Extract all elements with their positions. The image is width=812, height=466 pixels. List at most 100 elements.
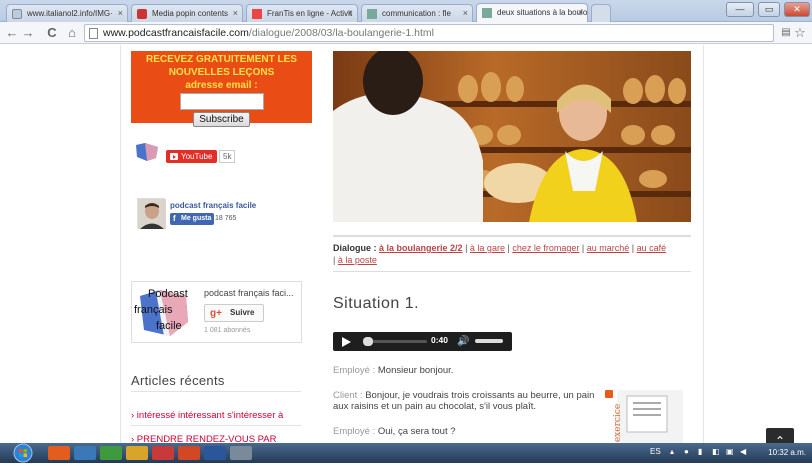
browser-tab[interactable]: FranTis en ligne - Activit × — [246, 4, 358, 22]
dialogue-link[interactable]: à la poste — [338, 255, 377, 265]
word-icon[interactable] — [204, 446, 226, 460]
speaker: Client : — [333, 390, 363, 401]
logo-word-3: facile — [156, 320, 182, 332]
player-time: 0:40 — [431, 335, 449, 345]
gplus-widget: Podcast français facile podcast français… — [131, 281, 302, 343]
gplus-follow-button[interactable]: g+ Suivre — [204, 304, 264, 322]
close-icon[interactable]: × — [233, 5, 238, 22]
app-icon[interactable] — [100, 446, 122, 460]
dialogue-link[interactable]: chez le fromager — [512, 243, 579, 253]
language-indicator[interactable]: ES — [650, 447, 661, 456]
web-page: RECEVEZ GRATUITEMENT LES NOUVELLES LEÇON… — [0, 45, 812, 443]
line-text: Bonjour, je voudrais trois croissants au… — [333, 390, 595, 412]
gplus-icon: g+ — [210, 308, 222, 319]
dialogue-line: Employé : Oui, ça sera tout ? — [333, 426, 603, 437]
recent-articles-heading: Articles récents — [131, 373, 225, 388]
tab-label: deux situations à la boulo — [497, 8, 588, 17]
close-icon[interactable]: × — [118, 5, 123, 22]
browser-toolbar: ← → C ⌂ www.podcastfrancaisfacile.com/di… — [0, 22, 812, 44]
tray-arrow-icon[interactable]: ▴ — [670, 447, 674, 456]
close-icon[interactable]: × — [578, 4, 583, 21]
play-icon[interactable] — [342, 337, 351, 347]
reload-icon[interactable]: C — [44, 25, 60, 41]
tray-icon[interactable]: ▣ — [726, 447, 734, 456]
dialogue-link[interactable]: au marché — [587, 243, 630, 253]
clock: 10:32 a.m. — [768, 448, 806, 457]
powerpoint-icon[interactable] — [178, 446, 200, 460]
speaker: Employé : — [333, 426, 376, 437]
speaker: Employé : — [333, 365, 376, 376]
exercise-widget[interactable]: exercice — [603, 390, 693, 443]
folder-icon[interactable] — [126, 446, 148, 460]
site-icon — [367, 9, 377, 19]
minimize-button[interactable]: — — [726, 2, 754, 17]
tab-label: FranTis en ligne - Activit — [267, 9, 353, 18]
audio-player: 0:40 🔊 — [333, 332, 512, 351]
newsletter-title-2: NOUVELLES LEÇONS — [168, 67, 275, 78]
browser-tab[interactable]: Media popin contents × — [131, 4, 243, 22]
youtube-button[interactable]: YouTube — [166, 150, 218, 163]
new-tab-button[interactable] — [591, 4, 611, 22]
gplus-page-name[interactable]: podcast français faci... — [204, 288, 294, 298]
line-text: Monsieur bonjour. — [377, 365, 454, 376]
close-icon[interactable]: × — [463, 5, 468, 22]
browser-tab[interactable]: www.italianol2.info/IMG· × — [6, 4, 128, 22]
explorer-icon[interactable] — [74, 446, 96, 460]
tray-icon[interactable]: ● — [684, 447, 689, 456]
dialogue-nav-label: Dialogue : — [333, 243, 377, 253]
divider — [333, 235, 691, 237]
volume-slider[interactable] — [475, 339, 503, 343]
dialogue-link[interactable]: au café — [637, 243, 667, 253]
volume-icon[interactable]: 🔊 — [457, 336, 469, 347]
newsletter-email-label: adresse email : — [185, 80, 258, 91]
column-border — [120, 45, 121, 443]
email-input[interactable] — [179, 93, 264, 110]
article-link[interactable]: › intéressé intéressant s'intéresser à — [131, 410, 283, 421]
exercise-label: exercice — [613, 403, 624, 443]
back-icon[interactable]: ← — [4, 25, 20, 41]
browser-tab[interactable]: communication : fle × — [361, 4, 473, 22]
site-icon — [482, 8, 492, 18]
media-icon[interactable] — [152, 446, 174, 460]
start-button[interactable] — [10, 443, 36, 463]
gplus-followers: 1 081 abonnés — [204, 327, 251, 334]
page-icon — [12, 9, 22, 19]
forward-icon[interactable]: → — [20, 25, 36, 41]
tray-icon[interactable]: ◧ — [712, 447, 720, 456]
dialogue-link[interactable]: à la boulangerie 2/2 — [379, 243, 463, 253]
logo-word-1: Podcast — [148, 288, 188, 300]
home-icon[interactable]: ⌂ — [64, 25, 80, 41]
app-icon[interactable] — [230, 446, 252, 460]
window-close-button[interactable]: ✕ — [784, 2, 810, 17]
seek-handle[interactable] — [363, 337, 374, 346]
chrome-icon[interactable] — [48, 446, 70, 460]
taskbar: ES ▴ ● ▮ ◧ ▣ ◀ 10:32 a.m. — [0, 443, 812, 463]
site-logo-small[interactable] — [133, 141, 161, 163]
facebook-like-button[interactable]: Me gusta — [170, 213, 215, 225]
divider — [131, 391, 301, 392]
browser-tab-active[interactable]: deux situations à la boulo × — [476, 3, 588, 23]
network-icon[interactable]: ▮ — [698, 447, 702, 456]
facebook-page-name[interactable]: podcast français facile — [170, 201, 256, 210]
maximize-button[interactable]: ▭ — [758, 2, 780, 17]
divider — [333, 271, 691, 272]
follow-label: Suivre — [230, 308, 255, 317]
tab-label: Media popin contents — [152, 9, 229, 18]
logo-word-2: français — [134, 304, 173, 316]
line-text: Oui, ça sera tout ? — [377, 426, 456, 437]
bakery-photo — [333, 51, 691, 222]
dialogue-nav: Dialogue : à la boulangerie 2/2 | à la g… — [333, 242, 693, 266]
facebook-like-count: 18 765 — [215, 215, 237, 222]
dialogue-link[interactable]: à la gare — [470, 243, 505, 253]
subscribe-button[interactable]: Subscribe — [193, 112, 250, 127]
article-link[interactable]: › PRENDRE RENDEZ-VOUS PAR — [131, 434, 277, 443]
bookmark-star-icon[interactable]: ☆ — [792, 25, 808, 41]
volume-icon[interactable]: ◀ — [740, 447, 746, 456]
browser-tab-bar: www.italianol2.info/IMG· × Media popin c… — [0, 0, 812, 23]
avatar — [137, 198, 166, 229]
address-bar[interactable]: www.podcastfrancaisfacile.com/dialogue/2… — [84, 24, 774, 42]
dialogue-line: Client : Bonjour, je voudrais trois croi… — [333, 390, 603, 412]
close-icon[interactable]: × — [348, 5, 353, 22]
tab-label: www.italianol2.info/IMG· — [27, 9, 113, 18]
media-icon — [137, 9, 147, 19]
